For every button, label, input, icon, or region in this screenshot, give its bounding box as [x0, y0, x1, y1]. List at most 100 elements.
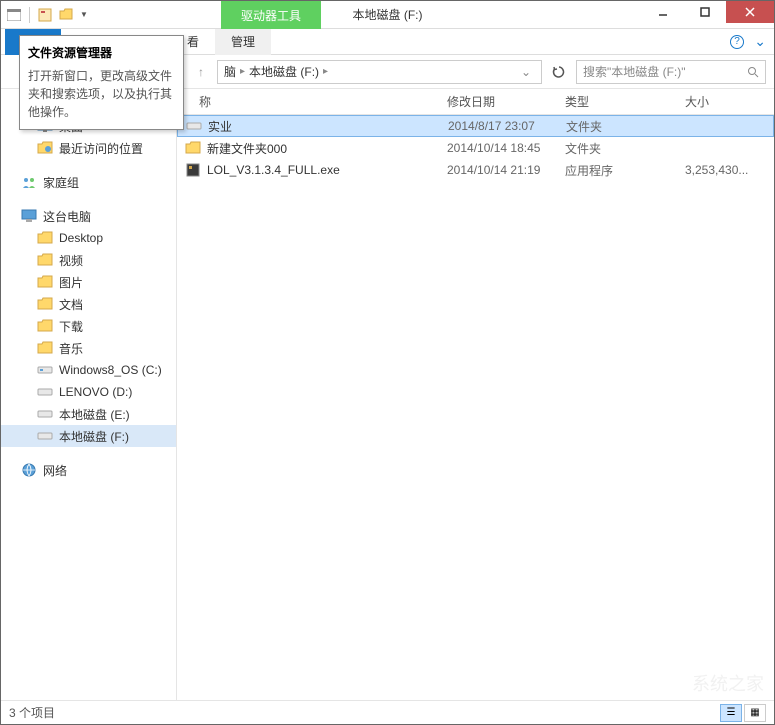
drive-icon [37, 384, 53, 400]
sidebar-item-pictures[interactable]: 图片 [1, 271, 176, 293]
sidebar-label: Windows8_OS (C:) [59, 363, 162, 377]
maximize-button[interactable] [684, 1, 726, 23]
computer-icon [21, 208, 37, 224]
sidebar-label: Desktop [59, 231, 103, 245]
qat-dropdown-icon[interactable]: ▼ [80, 10, 88, 19]
sidebar-label: 家庭组 [43, 174, 79, 191]
folder-icon [37, 274, 53, 290]
file-date-cell: 2014/10/14 21:19 [439, 163, 557, 177]
folder-icon [37, 296, 53, 312]
column-date[interactable]: 修改日期 [439, 93, 557, 110]
sidebar-label: 这台电脑 [43, 208, 91, 225]
file-name-cell: 实业 [178, 118, 440, 135]
sidebar-item-videos[interactable]: 视频 [1, 249, 176, 271]
breadcrumb-sep-icon[interactable]: ▸ [240, 66, 245, 77]
file-date-cell: 2014/10/14 18:45 [439, 141, 557, 155]
expand-ribbon-icon[interactable]: ⌄ [754, 33, 766, 50]
column-name[interactable]: 称 [177, 93, 439, 110]
main-area: 下载 桌面 最近访问的位置 家庭组 这台电脑 Desktop 视频 [1, 89, 774, 700]
sidebar-label: 本地磁盘 (F:) [59, 428, 129, 445]
tooltip-title: 文件资源管理器 [28, 44, 175, 61]
file-row[interactable]: 新建文件夹000 2014/10/14 18:45 文件夹 [177, 137, 774, 159]
sidebar-item-this-pc[interactable]: 这台电脑 [1, 205, 176, 227]
quick-access-toolbar: ▼ [1, 6, 92, 24]
minimize-button[interactable] [642, 1, 684, 23]
breadcrumb-pc-partial[interactable]: 脑 [224, 63, 236, 80]
sidebar-item-documents[interactable]: 文档 [1, 293, 176, 315]
drive-icon [37, 406, 53, 422]
column-size[interactable]: 大小 [677, 93, 757, 110]
file-menu-tooltip: 文件资源管理器 打开新窗口，更改高级文件夹和搜索选项，以及执行其他操作。 [19, 35, 184, 130]
nav-arrows: ↑ [189, 60, 213, 84]
sidebar-item-recent[interactable]: 最近访问的位置 [1, 137, 176, 159]
tooltip-body: 打开新窗口，更改高级文件夹和搜索选项，以及执行其他操作。 [28, 67, 175, 121]
status-bar: 3 个项目 ☰ ▦ [1, 700, 774, 724]
file-list[interactable]: 实业 2014/8/17 23:07 文件夹 新建文件夹000 2014/10/… [177, 115, 774, 700]
sidebar-label: 视频 [59, 252, 83, 269]
sidebar-label: 最近访问的位置 [59, 140, 143, 157]
properties-icon[interactable] [36, 6, 54, 24]
refresh-button[interactable] [546, 65, 572, 79]
file-name-cell: LOL_V3.1.3.4_FULL.exe [177, 162, 439, 178]
drive-icon [186, 118, 202, 134]
homegroup-icon [21, 174, 37, 190]
file-name-cell: 新建文件夹000 [177, 140, 439, 157]
recent-icon [37, 140, 53, 156]
sidebar-item-drive-e[interactable]: 本地磁盘 (E:) [1, 403, 176, 425]
drive-icon [37, 428, 53, 444]
drive-icon [37, 362, 53, 378]
window-icon[interactable] [5, 6, 23, 24]
file-type-cell: 应用程序 [557, 162, 677, 179]
view-mode-buttons: ☰ ▦ [720, 704, 766, 722]
help-icon[interactable]: ? [730, 35, 744, 49]
file-row[interactable]: 实业 2014/8/17 23:07 文件夹 [177, 115, 774, 137]
new-folder-icon[interactable] [58, 6, 76, 24]
contextual-tab-title: 驱动器工具 [221, 1, 321, 29]
titlebar: ▼ 驱动器工具 本地磁盘 (F:) [1, 1, 774, 29]
column-type[interactable]: 类型 [557, 93, 677, 110]
file-name: 实业 [208, 118, 232, 135]
sidebar-label: LENOVO (D:) [59, 385, 132, 399]
sidebar-item-os-c[interactable]: Windows8_OS (C:) [1, 359, 176, 381]
details-view-button[interactable]: ☰ [720, 704, 742, 722]
file-date-cell: 2014/8/17 23:07 [440, 119, 558, 133]
search-placeholder: 搜索"本地磁盘 (F:)" [583, 63, 686, 80]
sidebar-label: 网络 [43, 462, 67, 479]
search-icon[interactable] [747, 66, 759, 78]
icons-view-button[interactable]: ▦ [744, 704, 766, 722]
sidebar-label: 本地磁盘 (E:) [59, 406, 130, 423]
file-list-pane: 称 修改日期 类型 大小 实业 2014/8/17 23:07 文件夹 新建文件… [177, 89, 774, 700]
breadcrumb-sep-icon[interactable]: ▸ [323, 66, 328, 77]
sidebar-label: 文档 [59, 296, 83, 313]
folder-icon [37, 230, 53, 246]
item-count: 3 个项目 [9, 704, 55, 721]
network-icon [21, 462, 37, 478]
folder-icon [37, 340, 53, 356]
breadcrumb-drive[interactable]: 本地磁盘 (F:) [249, 63, 319, 80]
window-controls [642, 1, 774, 23]
sidebar-label: 下载 [59, 318, 83, 335]
up-button[interactable]: ↑ [189, 60, 213, 84]
close-button[interactable] [726, 1, 774, 23]
sidebar-label: 图片 [59, 274, 83, 291]
file-size-cell: 3,253,430... [677, 163, 757, 177]
separator [29, 7, 30, 23]
breadcrumb-dropdown-icon[interactable]: ⌄ [517, 65, 535, 79]
window-title: 本地磁盘 (F:) [353, 6, 423, 23]
exe-icon [185, 162, 201, 178]
sidebar-item-lenovo-d[interactable]: LENOVO (D:) [1, 381, 176, 403]
sidebar-item-network[interactable]: 网络 [1, 459, 176, 481]
folder-icon [185, 140, 201, 156]
sidebar-item-drive-f[interactable]: 本地磁盘 (F:) [1, 425, 176, 447]
sidebar-item-music[interactable]: 音乐 [1, 337, 176, 359]
sidebar-item-desktop-en[interactable]: Desktop [1, 227, 176, 249]
file-row[interactable]: LOL_V3.1.3.4_FULL.exe 2014/10/14 21:19 应… [177, 159, 774, 181]
search-input[interactable]: 搜索"本地磁盘 (F:)" [576, 60, 766, 84]
file-type-cell: 文件夹 [558, 118, 678, 135]
folder-icon [37, 318, 53, 334]
breadcrumb[interactable]: 脑 ▸ 本地磁盘 (F:) ▸ ⌄ [217, 60, 542, 84]
sidebar-item-downloads2[interactable]: 下载 [1, 315, 176, 337]
sidebar-item-homegroup[interactable]: 家庭组 [1, 171, 176, 193]
tab-manage[interactable]: 管理 [215, 29, 271, 55]
column-headers: 称 修改日期 类型 大小 [177, 89, 774, 115]
